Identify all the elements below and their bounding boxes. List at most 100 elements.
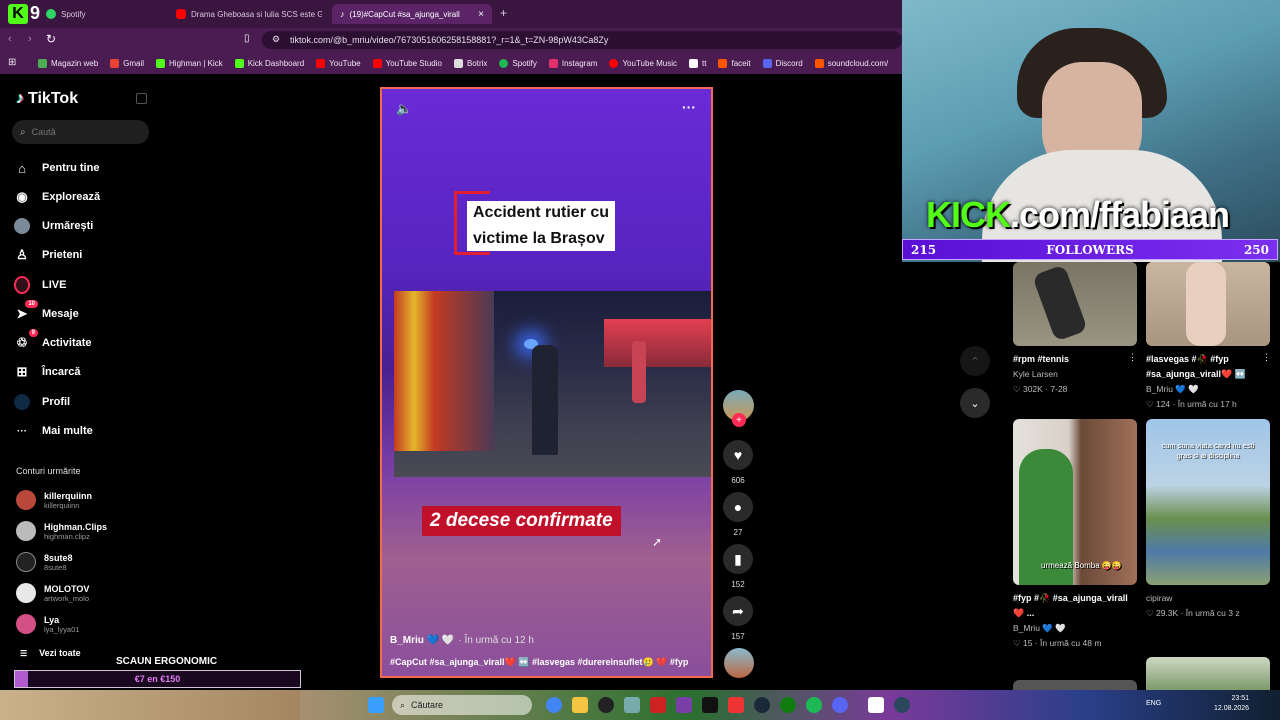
tiktok-logo[interactable]: ♪ TikTok [16,90,78,108]
video-player[interactable]: 🔈 ··· Accident rutier cu victime la Braș… [380,87,713,678]
bookmark-item[interactable]: soundcloud.com/ [814,58,888,68]
feed-thumbnail[interactable] [1146,262,1270,346]
bookmark-item[interactable]: Botrix [453,58,487,68]
feed-thumbnail[interactable]: urmează Bomba 😜😜 [1013,419,1137,585]
feed-more-icon[interactable]: ⋮ [1262,352,1271,363]
app-icon[interactable] [676,697,692,713]
feed-more-icon[interactable]: ⋮ [1128,352,1137,363]
nav-item-incarca[interactable]: ⊞ Încarcă [14,364,81,380]
collapse-sidebar-icon[interactable] [136,93,147,104]
following-item[interactable]: Lya lya_lyya01 [16,614,79,634]
tab-spotify[interactable]: Spotify [38,4,158,24]
activity-icon: ♲ 9 [14,329,38,351]
nav-item-profil[interactable]: Profil [14,394,70,410]
more-options-icon[interactable]: ··· [682,99,696,115]
heart-icon[interactable]: ♥ [723,440,753,470]
feed-card[interactable]: #rpm #tennis Kyle Larsen ♡ 302K · 7-28 [1013,262,1137,397]
share-action[interactable]: ➦ 157 [722,596,754,641]
bookmark-item[interactable]: Kick Dashboard [234,58,304,68]
nav-item-exploreaza[interactable]: ◉ Explorează [14,189,100,205]
feed-card[interactable]: urmează Bomba 😜😜 #fyp #🥀 #sa_ajunga_vira… [1013,419,1137,651]
following-item[interactable]: 8sute8 8sute8 [16,552,73,572]
feed-card[interactable]: cum suna viata cand nu esti gras si ai d… [1146,419,1270,621]
app-icon[interactable] [728,697,744,713]
creator-avatar[interactable]: + [723,390,754,427]
nav-item-mai-multe[interactable]: ··· Mai multe [14,423,93,439]
bookmarks-bar: ⊞ Magazin web Gmail Highman | Kick Kick … [0,52,902,74]
avatar [16,614,36,634]
start-button[interactable] [368,697,384,713]
tab-tiktok[interactable]: ♪ (19)#CapCut #sa_ajunga_virall × [332,4,492,24]
tab-drama[interactable]: Drama Gheboasa si Iulia SCS este GF [168,4,322,24]
bookmark-item[interactable]: Gmail [110,58,144,68]
chrome-taskbar-icon[interactable] [546,697,562,713]
feed-thumbnail[interactable] [1013,262,1137,346]
nav-item-urmaresti[interactable]: Urmărești [14,218,93,234]
capcut-taskbar-icon[interactable] [868,697,884,713]
obs-icon[interactable] [598,697,614,713]
bookmark-item[interactable]: YouTube Music [609,58,677,68]
nav-item-live[interactable]: LIVE [14,276,66,294]
following-item[interactable]: Highman.Clips highman.clipz [16,521,107,541]
previous-video-button[interactable]: ⌃ [960,346,990,376]
bookmark-item[interactable]: YouTube [316,58,361,68]
bookmark-icon[interactable]: ▮ [723,544,753,574]
video-author[interactable]: B_Mriu 💙 🤍 [390,635,454,646]
apps-grid-icon[interactable]: ⊞ [8,57,16,68]
followers-goal: 250 [1243,242,1269,257]
music-disc[interactable] [724,648,754,678]
forward-icon[interactable]: › [28,33,32,45]
follow-plus-icon[interactable]: + [732,413,746,427]
file-explorer-icon[interactable] [572,697,588,713]
save-action[interactable]: ▮ 152 [722,544,754,589]
language-indicator[interactable]: ENG [1146,700,1161,707]
nav-item-mesaje[interactable]: ➤ 10 Mesaje [14,300,79,322]
share-icon[interactable]: ➦ [723,596,753,626]
capcut-icon[interactable] [702,697,718,713]
comment-icon[interactable]: ● [723,492,753,522]
see-all-link[interactable]: ☰ Vezi toate [20,648,81,658]
reload-icon[interactable]: ↻ [46,32,56,46]
bookmark-item[interactable]: Instagram [548,58,597,68]
next-video-button[interactable]: ⌄ [960,388,990,418]
app-icon[interactable] [650,697,666,713]
feed-thumbnail-partial[interactable] [1146,657,1270,690]
feed-card[interactable]: #lasvegas #🥀 #fyp #sa_ajunga_virall❤️ ↔️… [1146,262,1270,412]
discord-taskbar-icon[interactable] [832,697,848,713]
xbox-icon[interactable] [780,697,796,713]
spotify-taskbar-icon[interactable] [806,697,822,713]
back-icon[interactable]: ‹ [8,33,12,45]
app-icon[interactable] [624,697,640,713]
bookmark-item[interactable]: YouTube Studio [372,58,442,68]
feed-thumbnail-partial[interactable] [1013,680,1137,690]
followers-label: FOLLOWERS [1046,242,1134,257]
video-hashtags[interactable]: #CapCut #sa_ajunga_virall❤️ ↔️ #lasvegas… [390,657,688,668]
nav-item-activitate[interactable]: ♲ 9 Activitate [14,329,92,351]
steam-icon[interactable] [754,697,770,713]
following-item[interactable]: killerquiinn killerquiinn [16,490,92,510]
bookmark-item[interactable]: Magazin web [38,58,98,68]
feed-thumbnail[interactable]: cum suna viata cand nu esti gras si ai d… [1146,419,1270,585]
search-box[interactable]: ⌕ [12,120,149,144]
comment-action[interactable]: ● 27 [722,492,754,537]
search-input[interactable] [31,127,132,137]
bookmark-item[interactable]: Highman | Kick [156,58,223,68]
bookmark-item[interactable]: Discord [762,58,803,68]
bookmark-item[interactable]: Spotify [499,58,537,68]
new-tab-button[interactable]: + [500,6,507,20]
taskbar-search[interactable]: ⌕ Căutare [392,695,532,715]
nav-item-prieteni[interactable]: ♙ Prieteni [14,247,82,263]
close-tab-icon[interactable]: × [478,9,484,20]
system-clock[interactable]: 23:51 12.08.2026 [1214,694,1249,714]
bookmark-item[interactable]: faceit [718,58,751,68]
promo-title: SCAUN ERGONOMIC [116,656,218,667]
site-info-icon[interactable]: ⚙ [272,34,280,45]
following-item[interactable]: MOLOTOV artwork_molo [16,583,89,603]
bookmark-item[interactable]: tt [689,58,706,68]
url-field[interactable]: ⚙ tiktok.com/@b_mriu/video/7673051606258… [262,31,902,49]
nav-item-pentru-tine[interactable]: ⌂ Pentru tine [14,160,99,176]
steam-taskbar-icon[interactable] [894,697,910,713]
bookmark-star-icon[interactable]: ▯ [244,33,250,44]
like-action[interactable]: ♥ 606 [722,440,754,485]
sound-icon[interactable]: 🔈 [396,101,412,117]
